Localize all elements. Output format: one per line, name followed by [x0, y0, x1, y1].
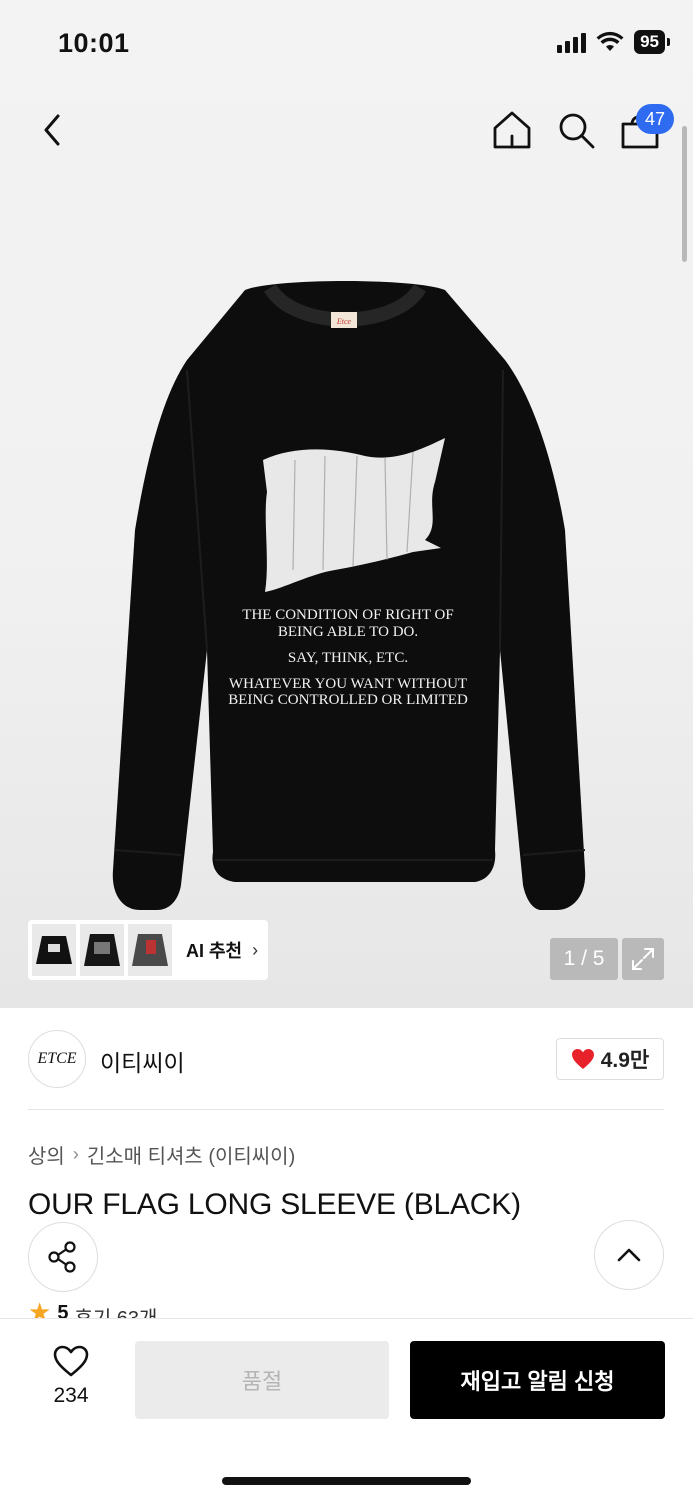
neck-label-text: Etce	[336, 317, 352, 326]
cellular-signal-icon	[557, 31, 587, 53]
battery-indicator: 95	[634, 30, 670, 54]
print-line-1: THE CONDITION OF RIGHT OF	[242, 607, 453, 623]
recommend-thumb-1[interactable]	[32, 924, 76, 976]
print-line-4: WHATEVER YOU WANT WITHOUT	[229, 676, 467, 692]
recommend-thumb-3[interactable]	[128, 924, 172, 976]
wish-count: 234	[53, 1384, 89, 1407]
brand-like-button[interactable]: 4.9만	[556, 1038, 664, 1080]
image-pager: 1 / 5	[550, 938, 618, 980]
sweatshirt-body	[112, 281, 586, 910]
divider	[28, 1109, 664, 1110]
expand-icon	[632, 948, 654, 970]
ai-recommend-chip[interactable]: AI 추천 ›	[28, 920, 268, 980]
chevron-up-icon	[617, 1248, 641, 1262]
ai-recommend-label: AI 추천	[186, 941, 243, 961]
brand-name[interactable]: 이티씨이	[100, 1044, 185, 1078]
breadcrumb-separator-icon: ›	[72, 1144, 79, 1164]
heart-outline-icon	[53, 1345, 89, 1377]
scroll-to-top-button[interactable]	[594, 1220, 664, 1290]
wifi-icon	[596, 31, 624, 51]
wish-button[interactable]: 234	[40, 1345, 102, 1408]
scrollbar[interactable]	[682, 126, 687, 262]
product-gallery[interactable]: 10:01 95 47 Etce THE CONDITION OF RIGHT …	[0, 0, 693, 1008]
chevron-right-icon: ›	[252, 939, 259, 960]
bottom-action-bar: 234 품절 재입고 알림 신청	[0, 1318, 693, 1500]
print-line-2: BEING ABLE TO DO.	[278, 624, 418, 640]
print-line-5: BEING CONTROLLED OR LIMITED	[228, 692, 468, 708]
status-time: 10:01	[58, 28, 130, 58]
recommend-thumb-2[interactable]	[80, 924, 124, 976]
home-icon[interactable]	[490, 108, 534, 152]
soldout-button: 품절	[135, 1341, 389, 1419]
product-title: OUR FLAG LONG SLEEVE (BLACK)	[28, 1188, 521, 1221]
brand-like-count: 4.9만	[600, 1049, 650, 1072]
breadcrumb-category[interactable]: 상의	[28, 1140, 65, 1169]
back-arrow-icon[interactable]	[34, 110, 74, 150]
rating-row[interactable]: ★ 5 후기 63개	[28, 1298, 157, 1320]
brand-logo[interactable]: ETCE	[28, 1030, 86, 1088]
restock-alert-button[interactable]: 재입고 알림 신청	[410, 1341, 665, 1419]
share-icon	[48, 1241, 76, 1273]
search-icon[interactable]	[554, 108, 598, 152]
product-photo[interactable]: Etce THE CONDITION OF RIGHT OF BEING ABL…	[95, 270, 595, 930]
share-button[interactable]	[28, 1222, 98, 1292]
expand-button[interactable]	[622, 938, 664, 980]
breadcrumb-subcategory[interactable]: 긴소매 티셔츠 (이티씨이)	[87, 1140, 295, 1169]
cart-count-badge: 47	[636, 104, 674, 134]
print-line-3: SAY, THINK, ETC.	[288, 650, 408, 666]
breadcrumb: 상의 › 긴소매 티셔츠 (이티씨이)	[28, 1140, 295, 1169]
status-icons: 95	[557, 30, 670, 54]
home-indicator[interactable]	[222, 1477, 471, 1485]
heart-filled-icon	[571, 1049, 594, 1069]
